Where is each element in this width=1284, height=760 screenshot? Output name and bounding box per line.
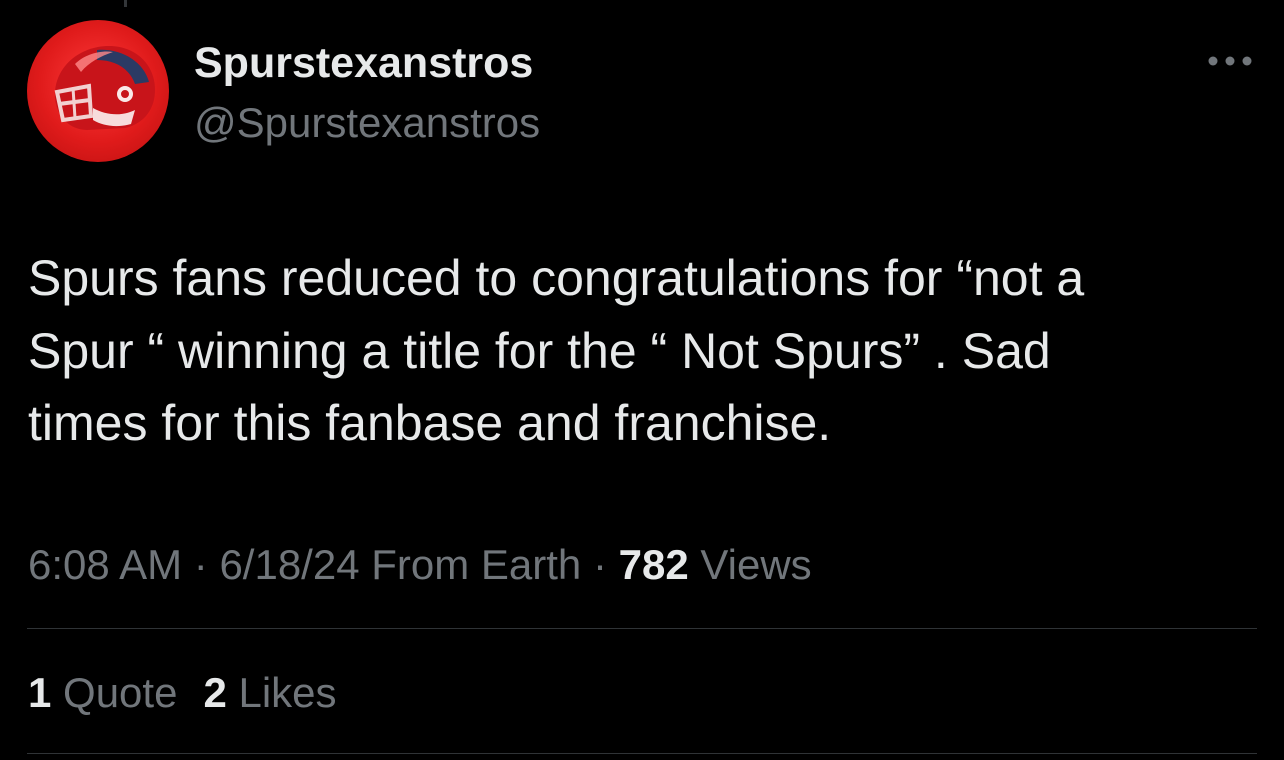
meta-separator: · xyxy=(182,541,220,588)
football-helmet-icon xyxy=(54,46,155,130)
display-name[interactable]: Spurstexanstros xyxy=(194,38,533,88)
likes-label: Likes xyxy=(226,669,337,716)
tweet-card: Spurstexanstros @Spurstexanstros Spurs f… xyxy=(0,0,1284,760)
quotes-stat[interactable]: 1 Quote xyxy=(28,669,177,716)
quotes-label: Quote xyxy=(51,669,178,716)
engagement-stats: 1 Quote 2 Likes xyxy=(28,666,337,720)
post-time[interactable]: 6:08 AM xyxy=(28,541,182,588)
divider xyxy=(27,753,1257,754)
tweet-text: Spurs fans reduced to congratulations fo… xyxy=(28,250,1085,451)
views-count[interactable]: 782 xyxy=(619,541,689,588)
post-source: From Earth xyxy=(359,541,582,588)
avatar[interactable] xyxy=(27,20,169,162)
views-label[interactable]: Views xyxy=(689,541,811,588)
post-date[interactable]: 6/18/24 xyxy=(219,541,359,588)
likes-count: 2 xyxy=(203,669,227,716)
likes-stat[interactable]: 2 Likes xyxy=(203,669,336,716)
more-options-button[interactable] xyxy=(1204,46,1256,76)
thread-connector-line xyxy=(124,0,127,7)
tweet-metadata: 6:08 AM · 6/18/24 From Earth · 782 Views xyxy=(28,538,812,592)
meta-separator: · xyxy=(581,541,619,588)
more-options-icon xyxy=(1208,56,1252,66)
user-handle[interactable]: @Spurstexanstros xyxy=(194,98,540,148)
divider xyxy=(27,628,1257,629)
quotes-count: 1 xyxy=(28,669,52,716)
